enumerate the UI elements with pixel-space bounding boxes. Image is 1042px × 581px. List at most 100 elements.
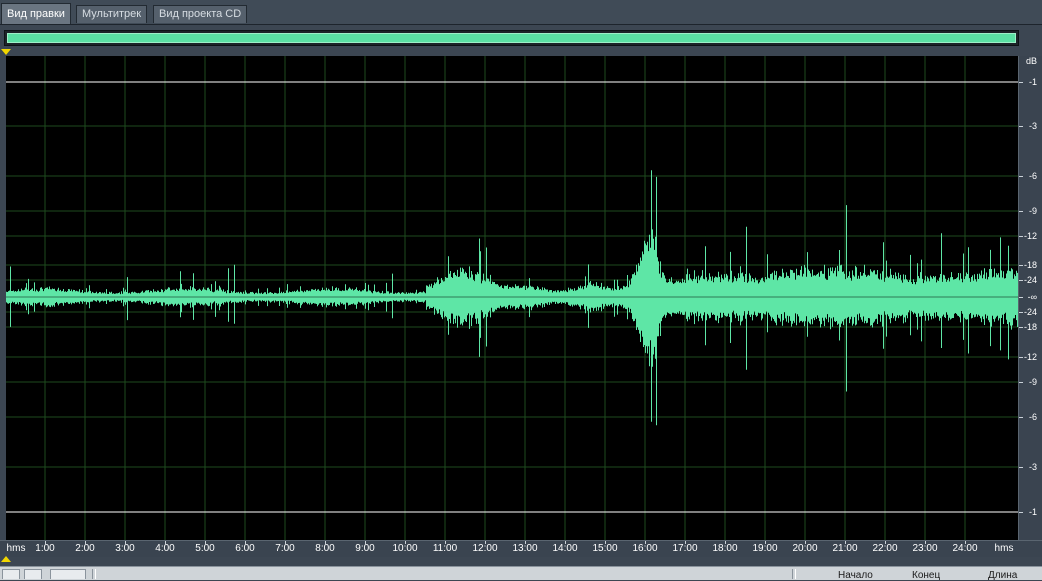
time-ruler[interactable]: hms hms 1:00 2:00 3:00 4:00 5:00 6:00 7:00 8:00… [0, 540, 1042, 557]
time-ruler-label: 6:00 [235, 543, 255, 554]
db-scale-label: -9 [1028, 377, 1037, 387]
time-ruler-tick [845, 541, 846, 544]
time-ruler-tick [725, 541, 726, 544]
time-ruler-label: 11:00 [432, 543, 458, 554]
status-separator [92, 569, 96, 579]
time-ruler-label: 4:00 [155, 543, 175, 554]
time-ruler-label: 17:00 [672, 543, 698, 554]
db-scale-label: -3 [1028, 462, 1037, 472]
db-scale-tick [1019, 357, 1023, 358]
time-unit-right: hms [994, 543, 1014, 554]
time-ruler-label: 7:00 [275, 543, 295, 554]
time-ruler-tick [285, 541, 286, 544]
time-ruler-label: 16:00 [632, 543, 658, 554]
time-ruler-label: 3:00 [115, 543, 135, 554]
db-scale-tick [1019, 382, 1023, 383]
db-scale-tick [1019, 265, 1023, 266]
time-ruler-tick [45, 541, 46, 544]
time-ruler-tick [365, 541, 366, 544]
db-scale-label: -18 [1023, 260, 1037, 270]
status-bar: Начало Конец Длина [0, 566, 1042, 581]
db-scale-tick [1019, 297, 1023, 298]
playhead-marker-bottom[interactable] [1, 556, 11, 562]
db-scale-tick [1019, 280, 1023, 281]
selection-length-label: Длина [988, 570, 1018, 581]
time-ruler-tick [205, 541, 206, 544]
tab-multitrack[interactable]: Мультитрек [76, 5, 148, 23]
time-ruler-label: 21:00 [832, 543, 858, 554]
db-scale-tick [1019, 312, 1023, 313]
time-ruler-label: 19:00 [752, 543, 778, 554]
time-ruler-tick [485, 541, 486, 544]
playhead-marker-top[interactable] [1, 49, 11, 55]
status-separator [792, 569, 796, 579]
db-scale-tick [1019, 327, 1023, 328]
transport-button-2[interactable] [24, 569, 42, 579]
time-ruler-tick [645, 541, 646, 544]
db-scale-tick [1019, 512, 1023, 513]
db-scale-label: -6 [1028, 412, 1037, 422]
transport-button-3[interactable] [50, 569, 86, 579]
time-ruler-label: 1:00 [35, 543, 55, 554]
db-scale-tick [1019, 417, 1023, 418]
time-ruler-label: 12:00 [472, 543, 498, 554]
time-ruler-tick [445, 541, 446, 544]
time-ruler-label: 18:00 [712, 543, 738, 554]
db-scale-tick [1019, 236, 1023, 237]
time-ruler-label: 8:00 [315, 543, 335, 554]
time-ruler-label: 20:00 [792, 543, 818, 554]
db-scale: dB -1 -3 -6 -9 -12 -18 -24 -∞ -24 -18 -12 -9 -6 -3 -1 [1018, 56, 1042, 540]
db-scale-tick [1019, 467, 1023, 468]
db-scale-label: -12 [1023, 352, 1037, 362]
waveform-display[interactable] [6, 56, 1018, 540]
time-ruler-tick [85, 541, 86, 544]
time-ruler-tick [125, 541, 126, 544]
time-ruler-label: 5:00 [195, 543, 215, 554]
db-scale-label: -∞ [1027, 292, 1037, 302]
view-tab-bar: Вид правки Мультитрек Вид проекта CD [0, 0, 1042, 25]
time-ruler-tick [605, 541, 606, 544]
time-ruler-label: 9:00 [355, 543, 375, 554]
transport-button-1[interactable] [2, 569, 20, 579]
time-ruler-tick [765, 541, 766, 544]
time-ruler-label: 23:00 [912, 543, 938, 554]
waveform-path [6, 170, 1018, 426]
db-scale-tick [1019, 211, 1023, 212]
db-scale-tick [1019, 82, 1023, 83]
time-ruler-label: 2:00 [75, 543, 95, 554]
db-scale-label: -1 [1028, 77, 1037, 87]
time-ruler-tick [405, 541, 406, 544]
db-scale-label: -9 [1028, 206, 1037, 216]
time-ruler-label: 14:00 [552, 543, 578, 554]
selection-start-label: Начало [838, 570, 873, 581]
db-scale-tick [1019, 126, 1023, 127]
time-ruler-tick [685, 541, 686, 544]
db-scale-label: -24 [1023, 307, 1037, 317]
selection-end-label: Конец [912, 570, 941, 581]
db-scale-label: -1 [1028, 507, 1037, 517]
time-ruler-label: 22:00 [872, 543, 898, 554]
db-scale-label: -18 [1023, 322, 1037, 332]
db-scale-label: -12 [1023, 231, 1037, 241]
time-ruler-tick [525, 541, 526, 544]
time-ruler-label: 24:00 [952, 543, 978, 554]
time-unit-left: hms [6, 543, 26, 554]
waveform [6, 170, 1018, 426]
time-ruler-tick [885, 541, 886, 544]
overview-visible-range[interactable] [7, 33, 1016, 43]
time-ruler-label: 13:00 [512, 543, 538, 554]
time-ruler-tick [925, 541, 926, 544]
db-scale-tick [1019, 176, 1023, 177]
db-scale-label: -6 [1028, 171, 1037, 181]
overview-bar[interactable] [4, 30, 1019, 46]
time-ruler-label: 15:00 [592, 543, 618, 554]
waveform-graphic [6, 56, 1018, 540]
db-scale-label: -24 [1023, 275, 1037, 285]
time-ruler-tick [165, 541, 166, 544]
tab-edit-view[interactable]: Вид правки [1, 3, 71, 24]
db-unit-label: dB [1025, 56, 1037, 66]
time-ruler-tick [805, 541, 806, 544]
time-ruler-tick [325, 541, 326, 544]
tab-cd-project-view[interactable]: Вид проекта CD [153, 5, 248, 23]
time-ruler-tick [565, 541, 566, 544]
